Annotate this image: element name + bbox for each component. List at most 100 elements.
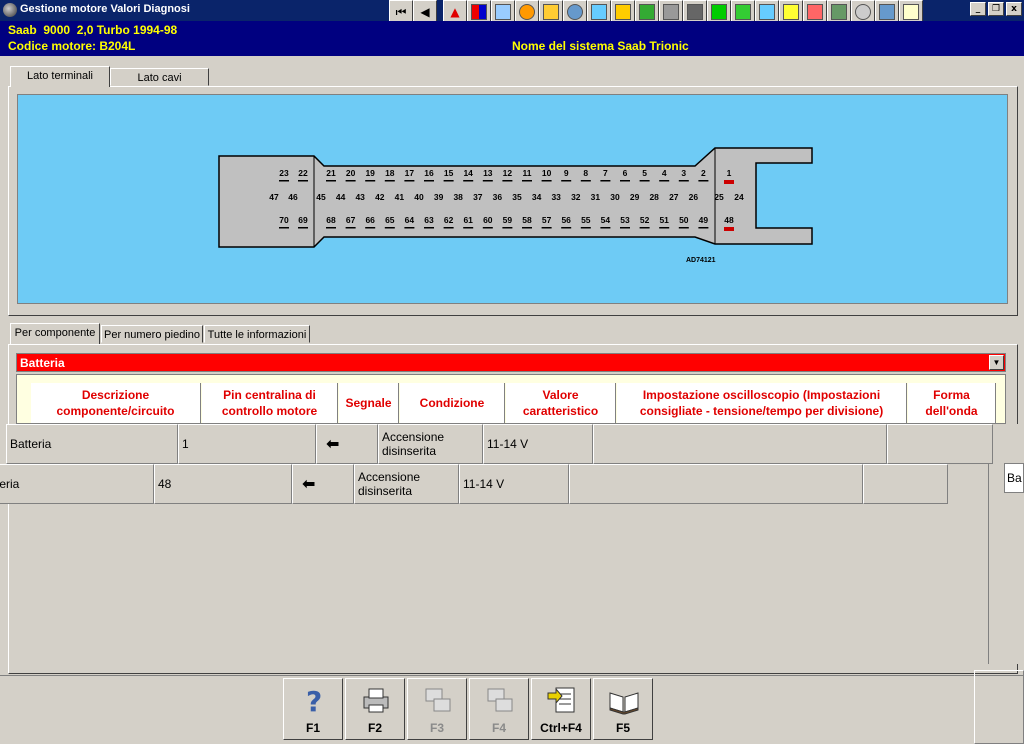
pin-label-2: 2 <box>701 168 706 178</box>
pin-mark-62 <box>443 227 454 229</box>
pin-label-6: 6 <box>623 168 628 178</box>
tab-terminal-side[interactable]: Lato terminali <box>10 66 110 87</box>
pin-mark-19 <box>365 180 376 182</box>
pin-label-70: 70 <box>279 215 289 225</box>
tab-wire-side[interactable]: Lato cavi <box>110 68 209 86</box>
system-name: Nome del sistema Saab Trionic <box>512 39 689 53</box>
pin-mark-2 <box>698 180 709 182</box>
tab-all-info[interactable]: Tutte le informazioni <box>204 325 310 343</box>
vehicle-model: Saab 9000 2,0 Turbo 1994-98 <box>8 23 178 37</box>
pin-mark-58 <box>522 227 532 229</box>
arrow-left-icon: ⬅ <box>326 434 340 453</box>
chevron-down-icon[interactable]: ▼ <box>989 355 1004 370</box>
cell-value: 11-14 V <box>459 464 569 504</box>
minimize-button[interactable]: _ <box>970 2 986 16</box>
restore-button[interactable]: ❐ <box>988 2 1004 16</box>
pin-mark-23 <box>279 180 289 182</box>
pin-mark-70 <box>279 227 289 229</box>
pin-label-32: 32 <box>571 192 581 202</box>
pin-mark-60 <box>482 227 493 229</box>
pin-label-9: 9 <box>564 168 569 178</box>
pin-label-52: 52 <box>640 215 650 225</box>
header-condition: Condizione <box>400 383 505 423</box>
header-waveform: Forma dell'onda <box>908 383 996 423</box>
f2-label: F2 <box>367 721 382 735</box>
pin-label-45: 45 <box>316 192 326 202</box>
ctrl-f4-export-button[interactable]: Ctrl+F4 <box>531 678 591 740</box>
f2-print-button[interactable]: F2 <box>345 678 405 740</box>
export-icon <box>547 687 575 713</box>
status-box <box>974 670 1024 744</box>
f3-label: F3 <box>429 721 444 735</box>
pin-label-57: 57 <box>542 215 552 225</box>
pin-label-39: 39 <box>434 192 444 202</box>
f3-copy-button[interactable]: F3 <box>407 678 467 740</box>
tab-by-component[interactable]: Per componente <box>10 323 100 344</box>
book-icon <box>609 692 639 715</box>
pin-label-67: 67 <box>346 215 356 225</box>
pin-label-27: 27 <box>669 192 679 202</box>
cell-signal: ⬅ <box>292 464 354 504</box>
pin-label-1: 1 <box>727 168 732 178</box>
header-component: Descrizione componente/circuito <box>31 383 201 423</box>
cell-pin: 1 <box>178 424 316 464</box>
component-dropdown[interactable]: Batteria ▼ <box>16 353 1006 372</box>
pin-label-24: 24 <box>734 192 744 202</box>
pin-label-51: 51 <box>659 215 669 225</box>
pin-mark-51 <box>659 227 670 229</box>
pin-label-4: 4 <box>662 168 667 178</box>
pin-mark-22 <box>298 180 308 182</box>
pin-mark-14 <box>463 180 474 182</box>
pin-mark-56 <box>561 227 572 229</box>
connector-code: AD74121 <box>686 257 716 264</box>
engine-code: Codice motore: B204L <box>8 39 136 53</box>
pin-label-35: 35 <box>512 192 522 202</box>
pin-mark-67 <box>345 227 356 229</box>
paste-icon <box>487 688 513 712</box>
window-title: Gestione motore Valori Diagnosi <box>20 3 190 15</box>
pin-mark-55 <box>580 227 591 229</box>
pin-label-65: 65 <box>385 215 395 225</box>
pin-label-34: 34 <box>532 192 542 202</box>
connector-diagram: 23 22 21 20 19 18 17 16 15 14 13 12 11 10 9 8 7 6 5 4 3 2 1 47 4… <box>17 94 1008 304</box>
window-controls: _ ❐ x <box>970 2 1022 16</box>
pin-label-47: 47 <box>269 192 279 202</box>
pin-mark-53 <box>620 227 630 229</box>
pin-label-62: 62 <box>444 215 454 225</box>
pin-label-59: 59 <box>503 215 513 225</box>
pin-label-30: 30 <box>610 192 620 202</box>
f1-help-button[interactable]: ? F1 <box>283 678 343 740</box>
pin-label-20: 20 <box>346 168 356 178</box>
pin-label-25: 25 <box>714 192 724 202</box>
pin-mark-21 <box>326 180 336 182</box>
copy-icon <box>425 688 451 712</box>
pin-label-46: 46 <box>288 192 298 202</box>
close-button[interactable]: x <box>1006 2 1022 16</box>
pin-label-18: 18 <box>385 168 395 178</box>
pin-label-17: 17 <box>405 168 415 178</box>
pin-label-49: 49 <box>699 215 709 225</box>
pin-mark-65 <box>384 227 395 229</box>
pin-label-31: 31 <box>591 192 601 202</box>
app-icon <box>3 3 17 17</box>
pin-label-33: 33 <box>551 192 561 202</box>
pin-label-36: 36 <box>493 192 503 202</box>
cell-waveform <box>863 464 948 504</box>
pin-mark-66 <box>365 227 376 229</box>
pin-label-5: 5 <box>642 168 647 178</box>
cell-condition: Accensione disinserita <box>378 424 483 464</box>
pin-label-37: 37 <box>473 192 483 202</box>
f1-label: F1 <box>305 721 320 735</box>
pin-mark-13 <box>482 180 493 182</box>
f5-book-button[interactable]: F5 <box>593 678 653 740</box>
pin-mark-48 <box>724 227 734 231</box>
f4-paste-button[interactable]: F4 <box>469 678 529 740</box>
pin-label-58: 58 <box>522 215 532 225</box>
pin-label-60: 60 <box>483 215 493 225</box>
tab-by-pin[interactable]: Per numero piedino <box>101 325 203 343</box>
pin-label-13: 13 <box>483 168 493 178</box>
pin-label-21: 21 <box>326 168 336 178</box>
pin-mark-6 <box>620 180 630 182</box>
pin-mark-1 <box>724 180 734 184</box>
pin-mark-64 <box>404 227 415 229</box>
